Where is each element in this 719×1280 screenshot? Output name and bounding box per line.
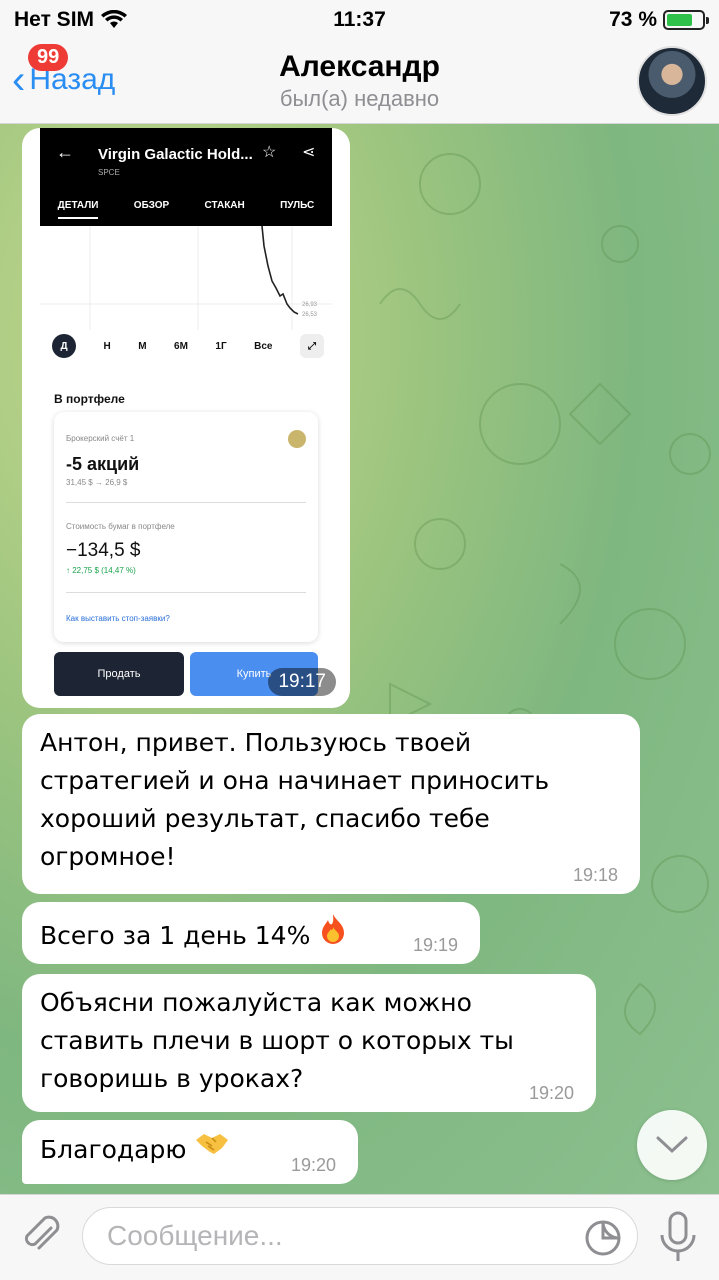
screenshot-tab: ПУЛЬС [280, 200, 315, 211]
fire-icon [318, 912, 348, 955]
message-text: Антон, привет. Пользуюсь твоей стратегие… [40, 728, 550, 871]
microphone-icon[interactable] [656, 1209, 700, 1265]
screenshot-periods: Д Н М 6М 1Г Все ⤢ [52, 334, 324, 358]
message-time: 19:18 [572, 865, 618, 885]
battery-percent: 73 % [609, 8, 657, 31]
screenshot-tab: СТАКАН [204, 200, 245, 211]
sticker-icon[interactable] [584, 1219, 622, 1257]
contact-name[interactable]: Александр [0, 50, 719, 84]
coin-icon [288, 430, 306, 448]
portfolio-change: ↑ 22,75 $ (14,47 %) [66, 566, 136, 575]
share-icon: ⋖ [302, 144, 316, 161]
message-bubble[interactable]: Антон, привет. Пользуюсь твоей стратегие… [22, 714, 640, 894]
period-option: Все [254, 340, 273, 352]
period-option: 1Г [215, 340, 227, 352]
period-option: М [138, 340, 147, 352]
message-input[interactable]: Сообщение... [82, 1207, 638, 1265]
arrow-left-icon: ← [56, 142, 74, 162]
message-text: Благодарю [40, 1135, 187, 1164]
status-right: 73 % [609, 8, 709, 32]
handshake-icon [194, 1130, 230, 1169]
star-icon: ☆ [262, 144, 277, 161]
status-bar: Нет SIM 11:37 73 % [0, 0, 719, 40]
period-option: 6М [174, 340, 188, 352]
screenshot-ticker: SPCE [98, 168, 120, 177]
paperclip-icon [24, 1215, 60, 1250]
value-label: Стоимость бумаг в портфеле [66, 522, 175, 531]
divider [66, 592, 306, 593]
chevron-down-icon [656, 1136, 688, 1154]
period-option: Н [103, 340, 111, 352]
chat-header: ‹ Назад 99 Александр был(а) недавно [0, 40, 719, 124]
battery-icon [663, 10, 709, 30]
input-bar: Сообщение... [0, 1194, 719, 1280]
portfolio-value: −134,5 $ [66, 540, 141, 561]
battery-fill [667, 14, 692, 26]
scroll-down-button[interactable] [637, 1110, 707, 1180]
message-time: 19:19 [412, 935, 458, 955]
screenshot-title: Virgin Galactic Hold... [98, 146, 253, 163]
screenshot-tab: ОБЗОР [133, 200, 170, 211]
message-time: 19:17 [268, 668, 336, 696]
screenshot-header: ← Virgin Galactic Hold... SPCE ☆ ⋖ ДЕТАЛ… [40, 128, 332, 226]
message-bubble[interactable]: Объясни пожалуйста как можно ставить пле… [22, 974, 596, 1112]
shares-count: -5 акций [66, 454, 140, 474]
portfolio-card: Брокерский счёт 1 -5 акций 31,45 $ → 26,… [54, 412, 318, 642]
price-range: 31,45 $ → 26,9 $ [66, 478, 128, 487]
photo-message[interactable]: ← Virgin Galactic Hold... SPCE ☆ ⋖ ДЕТАЛ… [22, 128, 350, 708]
portfolio-title: В портфеле [54, 392, 125, 406]
message-text: Объясни пожалуйста как можно ставить пле… [40, 988, 514, 1093]
divider [66, 502, 306, 503]
screenshot-tabs: ДЕТАЛИ ОБЗОР СТАКАН ПУЛЬС [40, 200, 332, 219]
attach-button[interactable] [18, 1213, 64, 1259]
screenshot-tab: ДЕТАЛИ [57, 200, 99, 219]
message-text: Всего за 1 день 14% [40, 921, 311, 950]
message-time: 19:20 [290, 1155, 336, 1175]
message-bubble[interactable]: Благодарю 19:20 [22, 1120, 358, 1184]
message-bubble[interactable]: Всего за 1 день 14% 19:19 [22, 902, 480, 964]
avatar[interactable] [637, 46, 707, 116]
expand-icon: ⤢ [299, 334, 324, 358]
chart-label: 26,93 [302, 302, 318, 308]
message-time: 19:20 [528, 1083, 574, 1103]
screenshot-sell-button: Продать [54, 652, 184, 696]
account-label: Брокерский счёт 1 [66, 434, 135, 443]
screenshot-price-chart: 26,93 26,53 [40, 226, 332, 330]
stop-order-link: Как выставить стоп-заявки? [66, 614, 170, 623]
chart-label: 26,53 [302, 312, 318, 318]
chat-area[interactable]: ← Virgin Galactic Hold... SPCE ☆ ⋖ ДЕТАЛ… [0, 124, 719, 1194]
broker-app-screenshot: ← Virgin Galactic Hold... SPCE ☆ ⋖ ДЕТАЛ… [40, 128, 332, 708]
contact-status: был(а) недавно [279, 86, 440, 111]
period-option: Д [52, 334, 76, 358]
